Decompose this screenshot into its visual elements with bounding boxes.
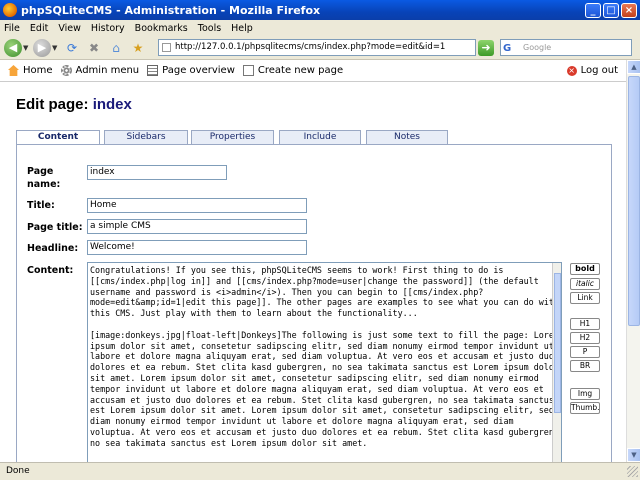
page-favicon-icon	[162, 43, 171, 52]
page-title-label: Page title:	[27, 222, 83, 233]
image-button[interactable]: Img	[570, 388, 600, 400]
paragraph-button[interactable]: P	[570, 346, 600, 358]
page-viewport: Home Admin menu Page overview Create new…	[0, 60, 626, 462]
nav-home-link[interactable]: Home	[8, 65, 53, 76]
menu-view[interactable]: View	[58, 23, 81, 34]
scroll-up-arrow-icon[interactable]: ▲	[627, 60, 640, 74]
url-text: http://127.0.0.1/phpsqlitecms/cms/index.…	[175, 42, 446, 52]
logout-label: Log out	[580, 65, 618, 76]
gear-icon	[60, 65, 72, 76]
firefox-icon	[3, 3, 17, 17]
menu-history[interactable]: History	[91, 23, 125, 34]
search-box[interactable]: G Google	[500, 39, 632, 56]
h1-button[interactable]: H1	[570, 318, 600, 330]
forward-button[interactable]: ▶	[33, 38, 51, 57]
page-title-prefix: Edit page:	[16, 96, 89, 113]
headline-label: Headline:	[27, 243, 79, 254]
title-label: Title:	[27, 200, 55, 211]
link-button[interactable]: Link	[570, 292, 600, 304]
new-page-icon	[242, 65, 254, 76]
page-scrollbar[interactable]: ▲ ▼	[626, 60, 640, 462]
page-title-input[interactable]: a simple CMS	[87, 219, 307, 234]
menu-file[interactable]: File	[4, 23, 20, 34]
window-title: phpSQLiteCMS - Administration - Mozilla …	[21, 3, 321, 17]
window-titlebar: phpSQLiteCMS - Administration - Mozilla …	[0, 0, 640, 20]
maximize-button[interactable]: □	[603, 2, 619, 18]
home-icon	[8, 65, 19, 76]
home-icon[interactable]: ⌂	[108, 40, 124, 56]
headline-input[interactable]: Welcome!	[87, 240, 307, 255]
nav-home-label: Home	[23, 65, 53, 76]
content-textarea-scroll-thumb[interactable]	[554, 273, 561, 413]
reload-icon[interactable]: ⟳	[64, 40, 80, 56]
thumbnail-button[interactable]: Thumb.	[570, 402, 600, 414]
page-title: Edit page: index	[16, 96, 132, 113]
search-placeholder: Google	[523, 43, 552, 52]
tab-bar: Content Sidebars Properties Include Note…	[16, 130, 612, 145]
nav-admin-menu-link[interactable]: Admin menu	[60, 65, 140, 76]
italic-button[interactable]: italic	[570, 278, 600, 290]
status-text: Done	[6, 466, 30, 476]
minimize-button[interactable]: _	[585, 2, 601, 18]
tab-content[interactable]: Content	[16, 130, 100, 145]
nav-page-overview-label: Page overview	[162, 65, 235, 76]
tab-sidebars[interactable]: Sidebars	[104, 130, 188, 144]
bookmark-icon[interactable]: ★	[130, 40, 146, 56]
h2-button[interactable]: H2	[570, 332, 600, 344]
go-button[interactable]: ➜	[478, 40, 494, 56]
nav-admin-menu-label: Admin menu	[75, 65, 140, 76]
logout-icon: ×	[566, 65, 577, 76]
list-icon	[147, 65, 159, 76]
menu-help[interactable]: Help	[231, 23, 253, 34]
nav-page-overview-link[interactable]: Page overview	[147, 65, 235, 76]
content-textarea-scrollbar[interactable]	[552, 263, 561, 462]
status-bar: Done	[0, 462, 640, 480]
page-name-label: Page name:	[27, 166, 61, 190]
admin-top-nav: Home Admin menu Page overview Create new…	[0, 60, 626, 82]
menu-bookmarks[interactable]: Bookmarks	[135, 23, 188, 34]
tab-include[interactable]: Include	[279, 130, 361, 144]
page-title-name: index	[92, 96, 132, 113]
bold-button[interactable]: bold	[570, 263, 600, 275]
navigation-toolbar: ◀ ▼ ▶ ▼ ⟳ ✖ ⌂ ★ http://127.0.0.1/phpsqli…	[0, 36, 640, 60]
title-input[interactable]: Home	[87, 198, 307, 213]
menu-edit[interactable]: Edit	[30, 23, 48, 34]
page-name-input[interactable]: index	[87, 165, 227, 180]
scroll-down-arrow-icon[interactable]: ▼	[627, 448, 640, 462]
stop-icon[interactable]: ✖	[86, 40, 102, 56]
url-bar[interactable]: http://127.0.0.1/phpsqlitecms/cms/index.…	[158, 39, 476, 56]
page-scroll-thumb[interactable]	[628, 76, 640, 326]
nav-create-page-link[interactable]: Create new page	[242, 65, 344, 76]
menu-tools[interactable]: Tools	[198, 23, 221, 34]
back-history-dropdown[interactable]: ▼	[23, 44, 29, 52]
content-label: Content:	[27, 265, 74, 276]
logout-link[interactable]: × Log out	[566, 65, 618, 76]
forward-history-dropdown[interactable]: ▼	[52, 44, 58, 52]
line-break-button[interactable]: BR	[570, 360, 600, 372]
nav-create-page-label: Create new page	[257, 65, 344, 76]
close-button[interactable]: ×	[621, 2, 637, 18]
resize-grip-icon[interactable]	[627, 466, 638, 477]
content-textarea[interactable]: Congratulations! If you see this, phpSQL…	[87, 262, 562, 462]
tab-properties[interactable]: Properties	[191, 130, 274, 144]
google-icon: G	[503, 43, 512, 54]
tab-notes[interactable]: Notes	[366, 130, 448, 144]
menu-bar: File Edit View History Bookmarks Tools H…	[0, 20, 640, 36]
back-button[interactable]: ◀	[4, 38, 22, 57]
